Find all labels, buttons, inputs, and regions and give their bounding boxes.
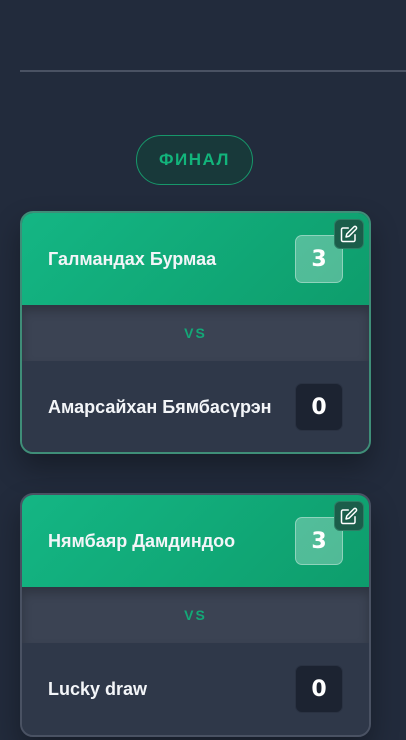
top-divider bbox=[20, 70, 406, 72]
stage-badge: ФИНАЛ bbox=[136, 135, 253, 185]
score-box: 0 bbox=[295, 665, 343, 713]
match-card: Галмандах Бурмаа 3 VS Амарсайхан Бямбасү… bbox=[20, 211, 371, 454]
team-row-loser: Lucky draw 0 bbox=[22, 643, 369, 735]
team-name: Lucky draw bbox=[48, 678, 148, 699]
team-row-winner: Нямбаяр Дамдиндоо 3 bbox=[22, 495, 369, 587]
score-box: 0 bbox=[295, 383, 343, 431]
vs-label: VS bbox=[22, 305, 369, 361]
team-row-loser: Амарсайхан Бямбасүрэн 0 bbox=[22, 361, 369, 452]
match-card: Нямбаяр Дамдиндоо 3 VS Lucky draw 0 bbox=[20, 493, 371, 737]
team-name: Амарсайхан Бямбасүрэн bbox=[48, 396, 272, 417]
edit-match-button[interactable] bbox=[334, 219, 364, 249]
vs-label: VS bbox=[22, 587, 369, 643]
edit-icon bbox=[340, 225, 358, 243]
edit-match-button[interactable] bbox=[334, 501, 364, 531]
team-name: Нямбаяр Дамдиндоо bbox=[48, 530, 236, 551]
edit-icon bbox=[340, 507, 358, 525]
team-name: Галмандах Бурмаа bbox=[48, 248, 217, 269]
team-row-winner: Галмандах Бурмаа 3 bbox=[22, 213, 369, 305]
